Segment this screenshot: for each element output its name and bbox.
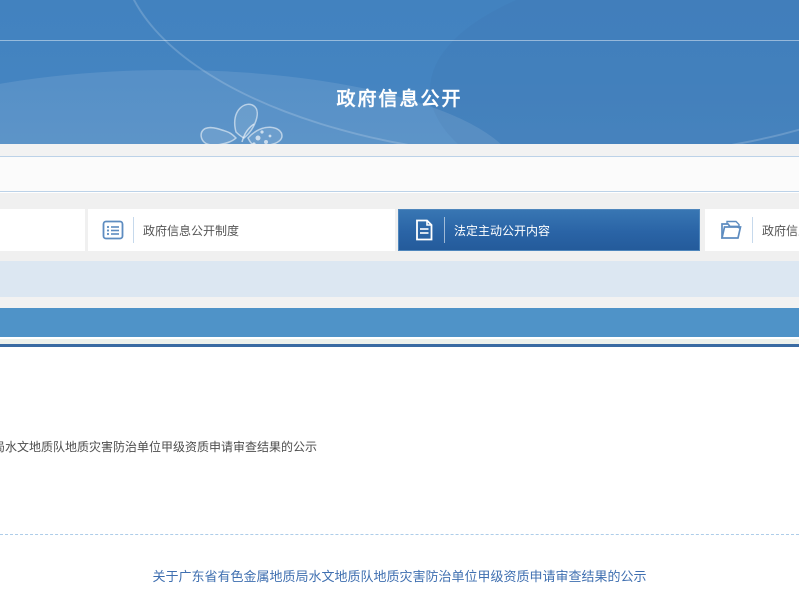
section-band-light: [0, 261, 799, 297]
banner: 政府信息公开: [0, 0, 799, 144]
dashed-divider: [0, 534, 799, 535]
tab-separator: [752, 217, 753, 243]
list-item-clipped[interactable]: 局水文地质队地质灾害防治单位甲级资质申请审查结果的公示: [0, 438, 317, 455]
spacer-strip: [0, 144, 799, 156]
list-icon: [101, 218, 125, 242]
page-title: 政府信息公开: [336, 89, 463, 110]
breadcrumb-strip: [0, 156, 799, 192]
page: 政府信息公开 政府信息公开制度 法定主动公开内容 政府信 局水文地质队地质灾害防…: [0, 0, 799, 600]
tab-clipped-left[interactable]: [0, 209, 85, 251]
tab-separator: [444, 217, 445, 243]
tab-separator: [133, 217, 134, 243]
tab-statutory-disclosure[interactable]: 法定主动公开内容: [398, 209, 700, 251]
spacer-strip: [0, 297, 799, 308]
notice-title-link[interactable]: 关于广东省有色金属地质局水文地质队地质灾害防治单位甲级资质申请审查结果的公示: [0, 566, 799, 585]
document-icon: [412, 218, 436, 242]
tabs-bar: 政府信息公开制度 法定主动公开内容 政府信: [0, 193, 799, 261]
tab-label: 政府信息公: [762, 223, 799, 238]
tab-label: 法定主动公开内容: [454, 223, 551, 238]
banner-divider-line: [0, 40, 799, 41]
tab-disclosure-system[interactable]: 政府信息公开制度: [88, 209, 395, 251]
rule-dark-blue: [0, 344, 799, 347]
section-band-blue: [0, 308, 799, 337]
tab-label: 政府信息公开制度: [143, 223, 240, 238]
folder-icon: [718, 218, 744, 242]
tab-disclosure-clipped-right[interactable]: 政府信息公: [705, 209, 799, 251]
